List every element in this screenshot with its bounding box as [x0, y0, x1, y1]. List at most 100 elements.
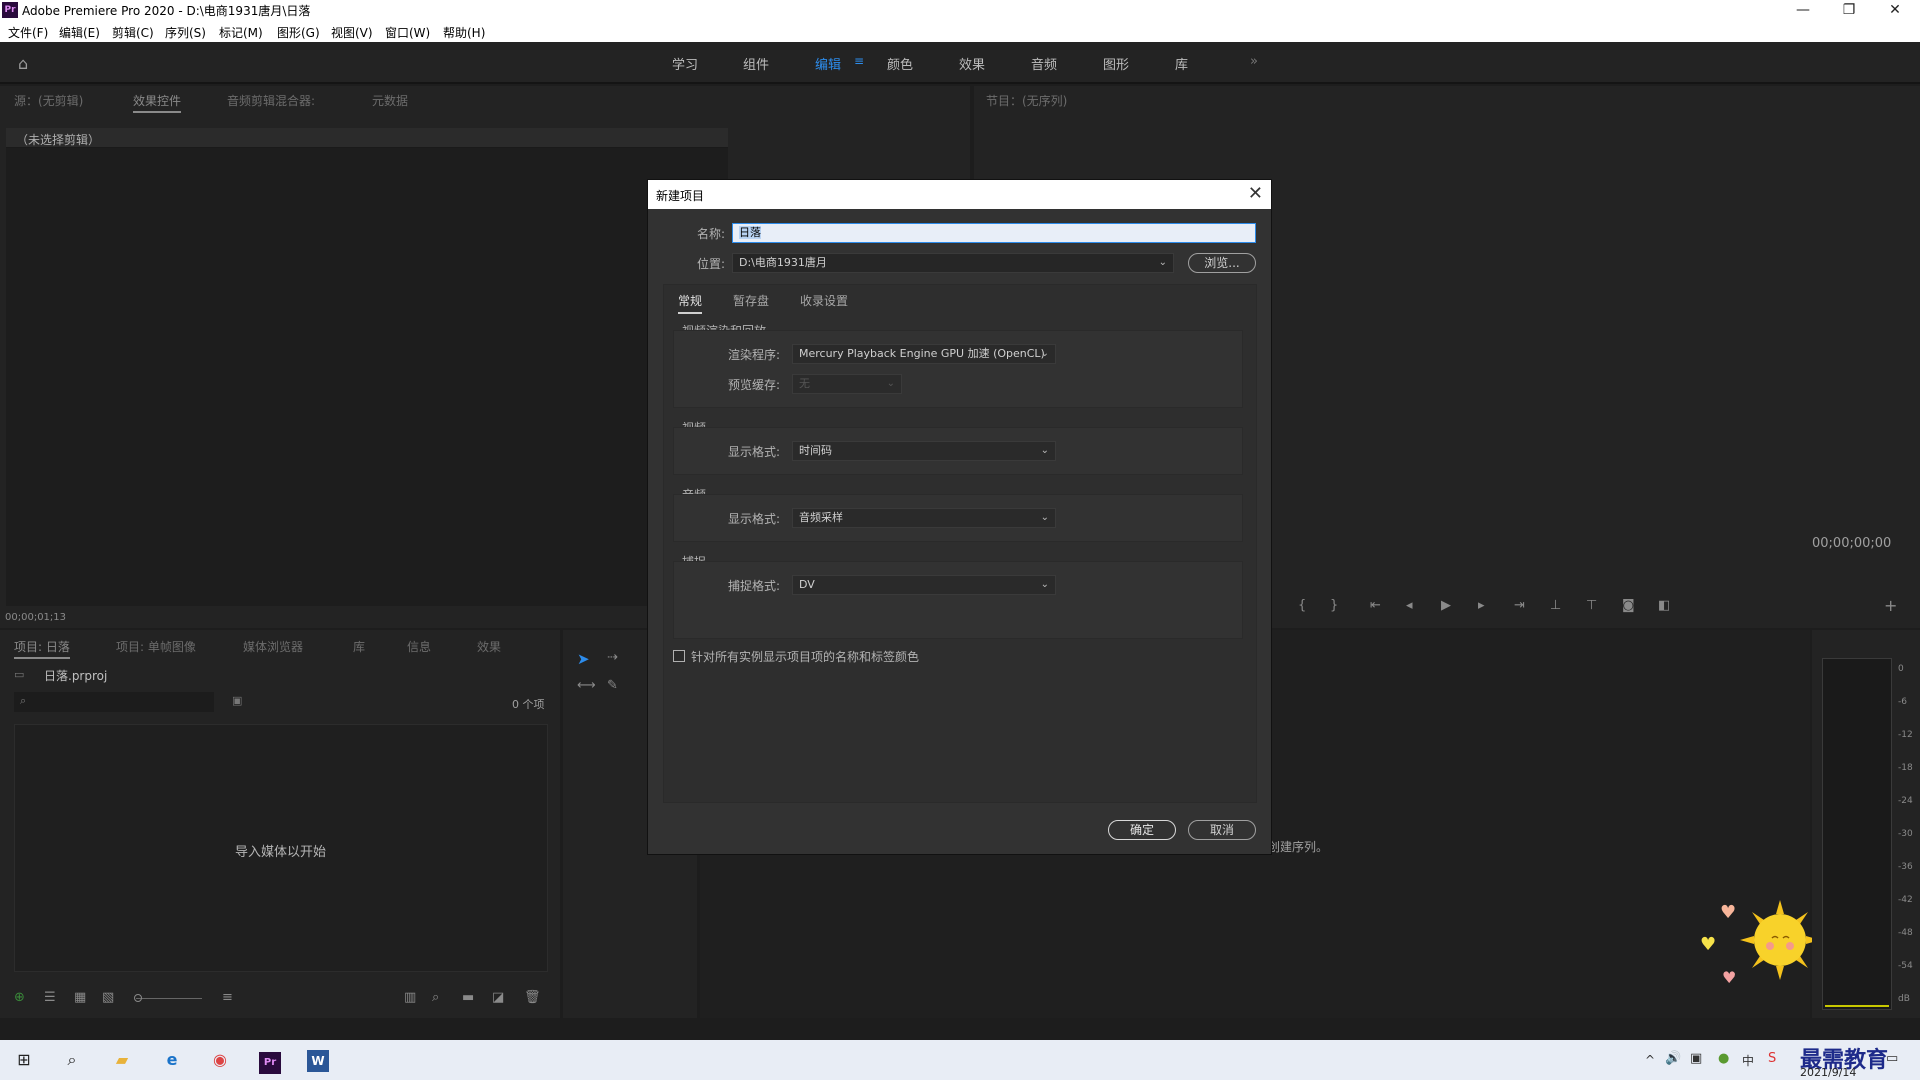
tab-scratch-disks[interactable]: 暂存盘	[733, 292, 769, 309]
workspace-color[interactable]: 颜色	[887, 54, 913, 73]
video-format-select[interactable]: 时间码 ⌄	[792, 441, 1056, 461]
word-icon[interactable]: W	[298, 1044, 338, 1076]
close-window-button[interactable]: ✕	[1872, 0, 1918, 20]
menu-sequence[interactable]: 序列(S)	[165, 24, 206, 41]
menu-graphics[interactable]: 图形(G)	[277, 24, 320, 41]
renderer-select[interactable]: Mercury Playback Engine GPU 加速 (OpenCL) …	[792, 344, 1056, 364]
new-bin-icon[interactable]: ▬	[462, 990, 474, 1005]
premiere-icon[interactable]: Pr	[250, 1044, 290, 1076]
add-button-icon[interactable]: +	[1884, 596, 1897, 615]
play-icon[interactable]: ▶	[1441, 598, 1451, 613]
selection-tool-icon[interactable]: ➤	[577, 650, 590, 668]
tab-project-single-image[interactable]: 项目: 单帧图像	[116, 638, 196, 655]
tab-audio-clip-mixer[interactable]: 音频剪辑混合器:	[227, 92, 315, 109]
automate-to-sequence-icon[interactable]: ▥	[404, 990, 416, 1005]
network-icon[interactable]: ▣	[1690, 1051, 1702, 1066]
capture-format-value: DV	[799, 578, 815, 591]
workspace-audio[interactable]: 音频	[1031, 54, 1057, 73]
pen-tool-icon[interactable]: ✎	[607, 678, 618, 693]
show-label-colors-label: 针对所有实例显示项目项的名称和标签颜色	[691, 650, 920, 664]
minimize-button[interactable]: —	[1780, 0, 1826, 20]
tab-project-sunset[interactable]: 项目: 日落	[14, 638, 70, 659]
chrome-icon[interactable]: ◉	[200, 1044, 240, 1076]
mark-in-icon[interactable]: {	[1298, 598, 1306, 613]
menu-file[interactable]: 文件(F)	[8, 24, 48, 41]
new-item-icon[interactable]: ◪	[492, 990, 504, 1005]
new-bin-from-search-icon[interactable]: ▣	[232, 694, 242, 707]
sort-icon[interactable]: ≡	[222, 990, 233, 1005]
capture-group	[673, 561, 1243, 639]
sogou-icon[interactable]: S	[1768, 1051, 1776, 1066]
tab-program[interactable]: 节目：(无序列)	[986, 92, 1067, 109]
slip-tool-icon[interactable]: ⟷	[577, 678, 596, 693]
ime-indicator[interactable]: 中	[1742, 1052, 1754, 1069]
project-name-input[interactable]: 日落	[732, 223, 1256, 243]
step-back-icon[interactable]: ◂	[1406, 598, 1413, 613]
extract-icon[interactable]: ⊤	[1586, 598, 1597, 613]
restore-button[interactable]: ❐	[1826, 0, 1872, 20]
tab-general[interactable]: 常规	[678, 292, 703, 314]
workspace-learn[interactable]: 学习	[672, 54, 698, 73]
project-panel: 项目: 日落 项目: 单帧图像 媒体浏览器 库 信息 效果 ▭ 日落.prpro…	[0, 630, 560, 1018]
workspace-assembly[interactable]: 组件	[743, 54, 769, 73]
edge-icon[interactable]: e	[152, 1044, 192, 1076]
home-icon[interactable]: ⌂	[18, 54, 28, 73]
tab-ingest-settings[interactable]: 收录设置	[800, 292, 848, 309]
windows-icon[interactable]: ⊞	[4, 1044, 44, 1076]
more-workspaces-icon[interactable]: »	[1250, 54, 1258, 69]
step-forward-icon[interactable]: ▸	[1478, 598, 1485, 613]
go-to-out-icon[interactable]: ⇥	[1514, 598, 1525, 613]
find-icon[interactable]: ⌕	[432, 990, 439, 1005]
tray-chevron-icon[interactable]: ^	[1645, 1053, 1655, 1067]
menu-edit[interactable]: 编辑(E)	[59, 24, 100, 41]
lock-icon[interactable]: ⊕	[14, 990, 25, 1005]
tray-app-icon[interactable]: ●	[1718, 1051, 1729, 1066]
project-drop-area[interactable]: 导入媒体以开始	[14, 724, 548, 972]
tab-media-browser[interactable]: 媒体浏览器	[243, 638, 303, 655]
show-label-colors-checkbox[interactable]	[673, 650, 685, 662]
tab-libraries[interactable]: 库	[353, 638, 365, 655]
export-frame-icon[interactable]: ◙	[1622, 598, 1635, 613]
chevron-down-icon: ⌄	[1040, 348, 1049, 359]
track-select-tool-icon[interactable]: ⇢	[607, 650, 618, 665]
workspace-graphics[interactable]: 图形	[1103, 54, 1129, 73]
comparison-view-icon[interactable]: ◧	[1658, 598, 1670, 613]
workspace-menu-icon[interactable]: ≡	[854, 54, 864, 68]
zoom-slider-handle[interactable]	[134, 994, 142, 1002]
trash-icon[interactable]: 🗑	[524, 990, 541, 1005]
location-select[interactable]: D:\电商1931唐月 ⌄	[732, 253, 1174, 273]
notification-icon[interactable]: ▭	[1886, 1051, 1898, 1066]
menu-marker[interactable]: 标记(M)	[219, 24, 263, 41]
icon-view-icon[interactable]: ▦	[74, 990, 86, 1005]
tab-source[interactable]: 源：(无剪辑)	[14, 92, 83, 109]
project-search-input[interactable]: ⌕	[14, 692, 214, 712]
zoom-slider[interactable]	[136, 998, 202, 999]
lift-icon[interactable]: ⊥	[1550, 598, 1561, 613]
browse-button[interactable]: 浏览...	[1188, 253, 1256, 273]
menu-window[interactable]: 窗口(W)	[385, 24, 430, 41]
freeform-view-icon[interactable]: ▧	[102, 990, 114, 1005]
workspace-bar: ⌂ 学习 组件 编辑 ≡ 颜色 效果 音频 图形 库 »	[0, 42, 1920, 84]
go-to-in-icon[interactable]: ⇤	[1370, 598, 1381, 613]
taskbar: ⊞ ⌕ ▰ e ◉ Pr W ^ 🔊 ▣ ● 中 S 最需教育 2021/9/1…	[0, 1040, 1920, 1080]
ok-button[interactable]: 确定	[1108, 820, 1176, 840]
search-icon[interactable]: ⌕	[52, 1044, 92, 1076]
list-view-icon[interactable]: ☰	[44, 990, 56, 1005]
tab-effect-controls[interactable]: 效果控件	[133, 92, 182, 113]
audio-format-select[interactable]: 音频采样 ⌄	[792, 508, 1056, 528]
cancel-button[interactable]: 取消	[1188, 820, 1256, 840]
tab-info[interactable]: 信息	[407, 638, 431, 655]
file-explorer-icon[interactable]: ▰	[102, 1044, 142, 1076]
mark-out-icon[interactable]: }	[1330, 598, 1338, 613]
tab-metadata[interactable]: 元数据	[372, 92, 408, 109]
volume-icon[interactable]: 🔊	[1665, 1051, 1681, 1066]
capture-format-select[interactable]: DV ⌄	[792, 575, 1056, 595]
menu-clip[interactable]: 剪辑(C)	[112, 24, 154, 41]
dialog-close-icon[interactable]: ✕	[1248, 183, 1263, 204]
menu-help[interactable]: 帮助(H)	[443, 24, 485, 41]
workspace-editing[interactable]: 编辑	[815, 54, 841, 73]
menu-view[interactable]: 视图(V)	[331, 24, 373, 41]
tab-effects[interactable]: 效果	[477, 638, 501, 655]
workspace-effects[interactable]: 效果	[959, 54, 985, 73]
workspace-libraries[interactable]: 库	[1175, 54, 1188, 73]
